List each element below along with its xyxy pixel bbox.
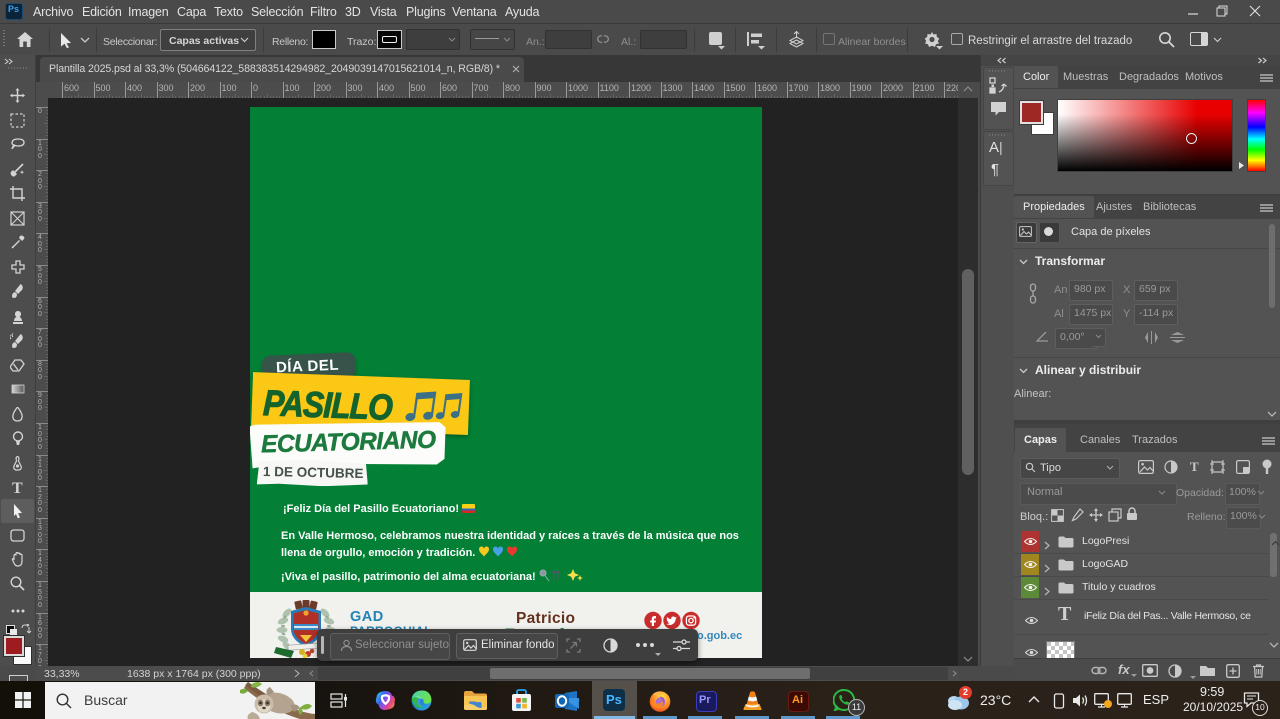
svg-text:T: T xyxy=(12,480,23,495)
